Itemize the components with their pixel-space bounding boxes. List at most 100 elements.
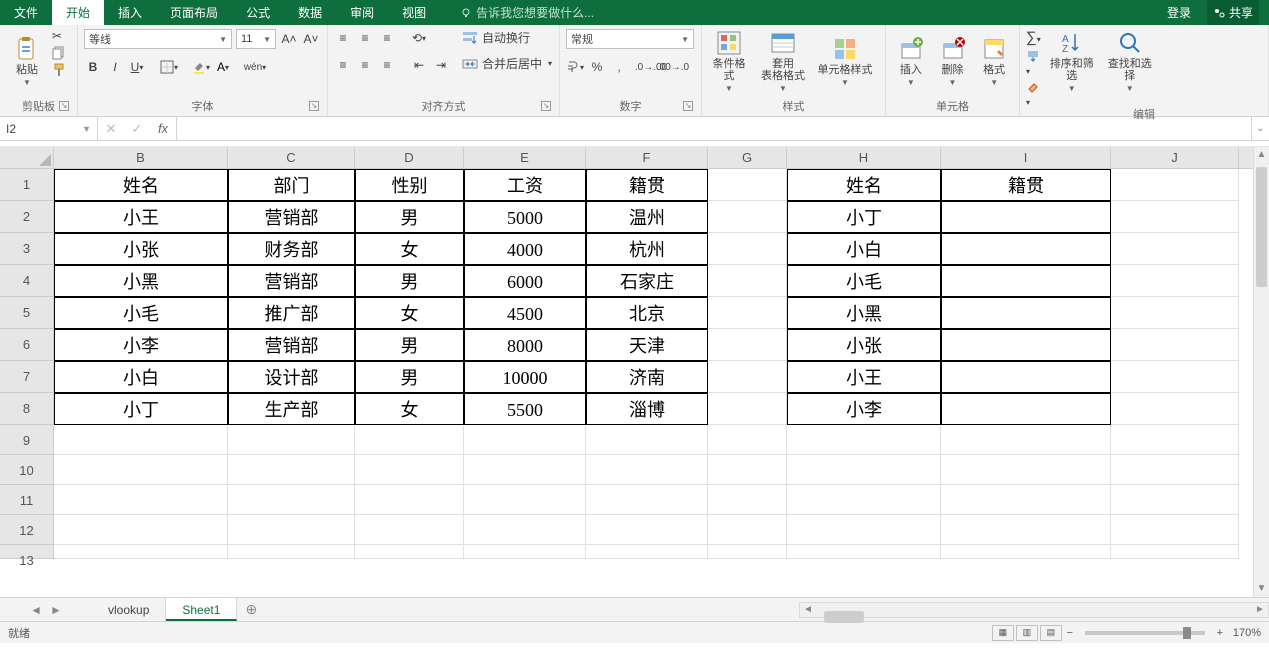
cell-H12[interactable] (787, 515, 941, 545)
sheet-nav-prev[interactable]: ◄ (30, 603, 42, 617)
borders-button[interactable]: ▾ (160, 58, 178, 76)
col-header-H[interactable]: H (787, 147, 941, 168)
cell-F5[interactable]: 北京 (586, 297, 708, 329)
cell-F3[interactable]: 杭州 (586, 233, 708, 265)
cell-G10[interactable] (708, 455, 787, 485)
insert-function-button[interactable]: fx (150, 121, 176, 136)
cell-G8[interactable] (708, 393, 787, 425)
scroll-right-arrow[interactable]: ► (1252, 604, 1268, 615)
cell-E1[interactable]: 工资 (464, 169, 586, 201)
align-middle-button[interactable]: ≡ (356, 29, 374, 47)
cell-J6[interactable] (1111, 329, 1239, 361)
tab-review[interactable]: 审阅 (336, 0, 388, 25)
font-name-combo[interactable]: 等线▼ (84, 29, 232, 49)
cell-I11[interactable] (941, 485, 1111, 515)
tab-file[interactable]: 文件 (0, 0, 52, 25)
cell-I6[interactable] (941, 329, 1111, 361)
cell-I9[interactable] (941, 425, 1111, 455)
format-as-table-button[interactable]: 套用 表格格式▼ (754, 27, 812, 95)
vscroll-thumb[interactable] (1256, 167, 1267, 287)
cell-H11[interactable] (787, 485, 941, 515)
cell-E13[interactable] (464, 545, 586, 559)
zoom-out-button[interactable]: − (1063, 627, 1077, 639)
cell-I12[interactable] (941, 515, 1111, 545)
sheet-tab-vlookup[interactable]: vlookup (92, 598, 166, 621)
zoom-slider-knob[interactable] (1183, 627, 1191, 639)
font-size-combo[interactable]: 11▼ (236, 29, 276, 49)
cell-F1[interactable]: 籍贯 (586, 169, 708, 201)
cell-G4[interactable] (708, 265, 787, 297)
cell-C9[interactable] (228, 425, 355, 455)
cell-G2[interactable] (708, 201, 787, 233)
sort-filter-button[interactable]: AZ 排序和筛选▼ (1045, 27, 1099, 95)
cell-I7[interactable] (941, 361, 1111, 393)
cell-styles-button[interactable]: 单元格样式▼ (816, 27, 874, 95)
tell-me-search[interactable]: 告诉我您想要做什么... (460, 0, 594, 25)
decrease-indent-button[interactable]: ⇤ (410, 56, 428, 74)
paste-button[interactable]: 粘贴 ▼ (6, 27, 48, 95)
scroll-up-arrow[interactable]: ▲ (1254, 147, 1269, 163)
cell-H13[interactable] (787, 545, 941, 559)
copy-button[interactable] (52, 46, 66, 60)
italic-button[interactable]: I (106, 58, 124, 76)
scroll-down-arrow[interactable]: ▼ (1254, 581, 1269, 597)
cell-H9[interactable] (787, 425, 941, 455)
row-header-7[interactable]: 7 (0, 361, 54, 393)
row-header-1[interactable]: 1 (0, 169, 54, 201)
orientation-button[interactable]: ⟲▾ (410, 29, 428, 47)
align-center-button[interactable]: ≡ (356, 56, 374, 74)
cell-D6[interactable]: 男 (355, 329, 464, 361)
row-header-12[interactable]: 12 (0, 515, 54, 545)
cell-D11[interactable] (355, 485, 464, 515)
cell-F9[interactable] (586, 425, 708, 455)
cell-D1[interactable]: 性别 (355, 169, 464, 201)
zoom-slider[interactable] (1085, 631, 1205, 635)
cell-D4[interactable]: 男 (355, 265, 464, 297)
add-sheet-button[interactable]: ⊕ (237, 601, 265, 618)
cell-H10[interactable] (787, 455, 941, 485)
format-cells-button[interactable]: 格式▼ (975, 27, 1013, 95)
cell-G9[interactable] (708, 425, 787, 455)
cell-F7[interactable]: 济南 (586, 361, 708, 393)
align-right-button[interactable]: ≡ (378, 56, 396, 74)
cell-F8[interactable]: 淄博 (586, 393, 708, 425)
tab-insert[interactable]: 插入 (104, 0, 156, 25)
fill-color-button[interactable]: ▾ (192, 58, 210, 76)
row-header-2[interactable]: 2 (0, 201, 54, 233)
cell-J8[interactable] (1111, 393, 1239, 425)
decrease-decimal-button[interactable]: .00→.0 (664, 58, 682, 76)
cancel-formula-button[interactable]: ✕ (98, 121, 124, 137)
cell-H8[interactable]: 小李 (787, 393, 941, 425)
cell-I3[interactable] (941, 233, 1111, 265)
col-header-E[interactable]: E (464, 147, 586, 168)
font-dialog-launcher[interactable]: ↘ (309, 101, 319, 111)
name-box[interactable]: I2▼ (0, 117, 98, 140)
cell-G13[interactable] (708, 545, 787, 559)
cell-E3[interactable]: 4000 (464, 233, 586, 265)
cell-J9[interactable] (1111, 425, 1239, 455)
cell-B8[interactable]: 小丁 (54, 393, 228, 425)
cell-H6[interactable]: 小张 (787, 329, 941, 361)
cell-I10[interactable] (941, 455, 1111, 485)
decrease-font-button[interactable]: A˅ (302, 30, 320, 48)
merge-center-button[interactable]: 合并后居中▾ (462, 55, 552, 72)
zoom-in-button[interactable]: + (1213, 627, 1227, 639)
cell-E8[interactable]: 5500 (464, 393, 586, 425)
login-button[interactable]: 登录 (1161, 0, 1197, 25)
cell-E5[interactable]: 4500 (464, 297, 586, 329)
col-header-G[interactable]: G (708, 147, 787, 168)
cell-D3[interactable]: 女 (355, 233, 464, 265)
col-header-F[interactable]: F (586, 147, 708, 168)
col-header-B[interactable]: B (54, 147, 228, 168)
cell-F12[interactable] (586, 515, 708, 545)
cell-G3[interactable] (708, 233, 787, 265)
cell-D5[interactable]: 女 (355, 297, 464, 329)
spreadsheet-grid[interactable]: BCDEFGHIJ 12345678910111213 姓名部门性别工资籍贯姓名… (0, 147, 1269, 597)
cell-C7[interactable]: 设计部 (228, 361, 355, 393)
align-top-button[interactable]: ≡ (334, 29, 352, 47)
cell-J5[interactable] (1111, 297, 1239, 329)
cell-J1[interactable] (1111, 169, 1239, 201)
cell-I1[interactable]: 籍贯 (941, 169, 1111, 201)
align-left-button[interactable]: ≡ (334, 56, 352, 74)
col-header-D[interactable]: D (355, 147, 464, 168)
